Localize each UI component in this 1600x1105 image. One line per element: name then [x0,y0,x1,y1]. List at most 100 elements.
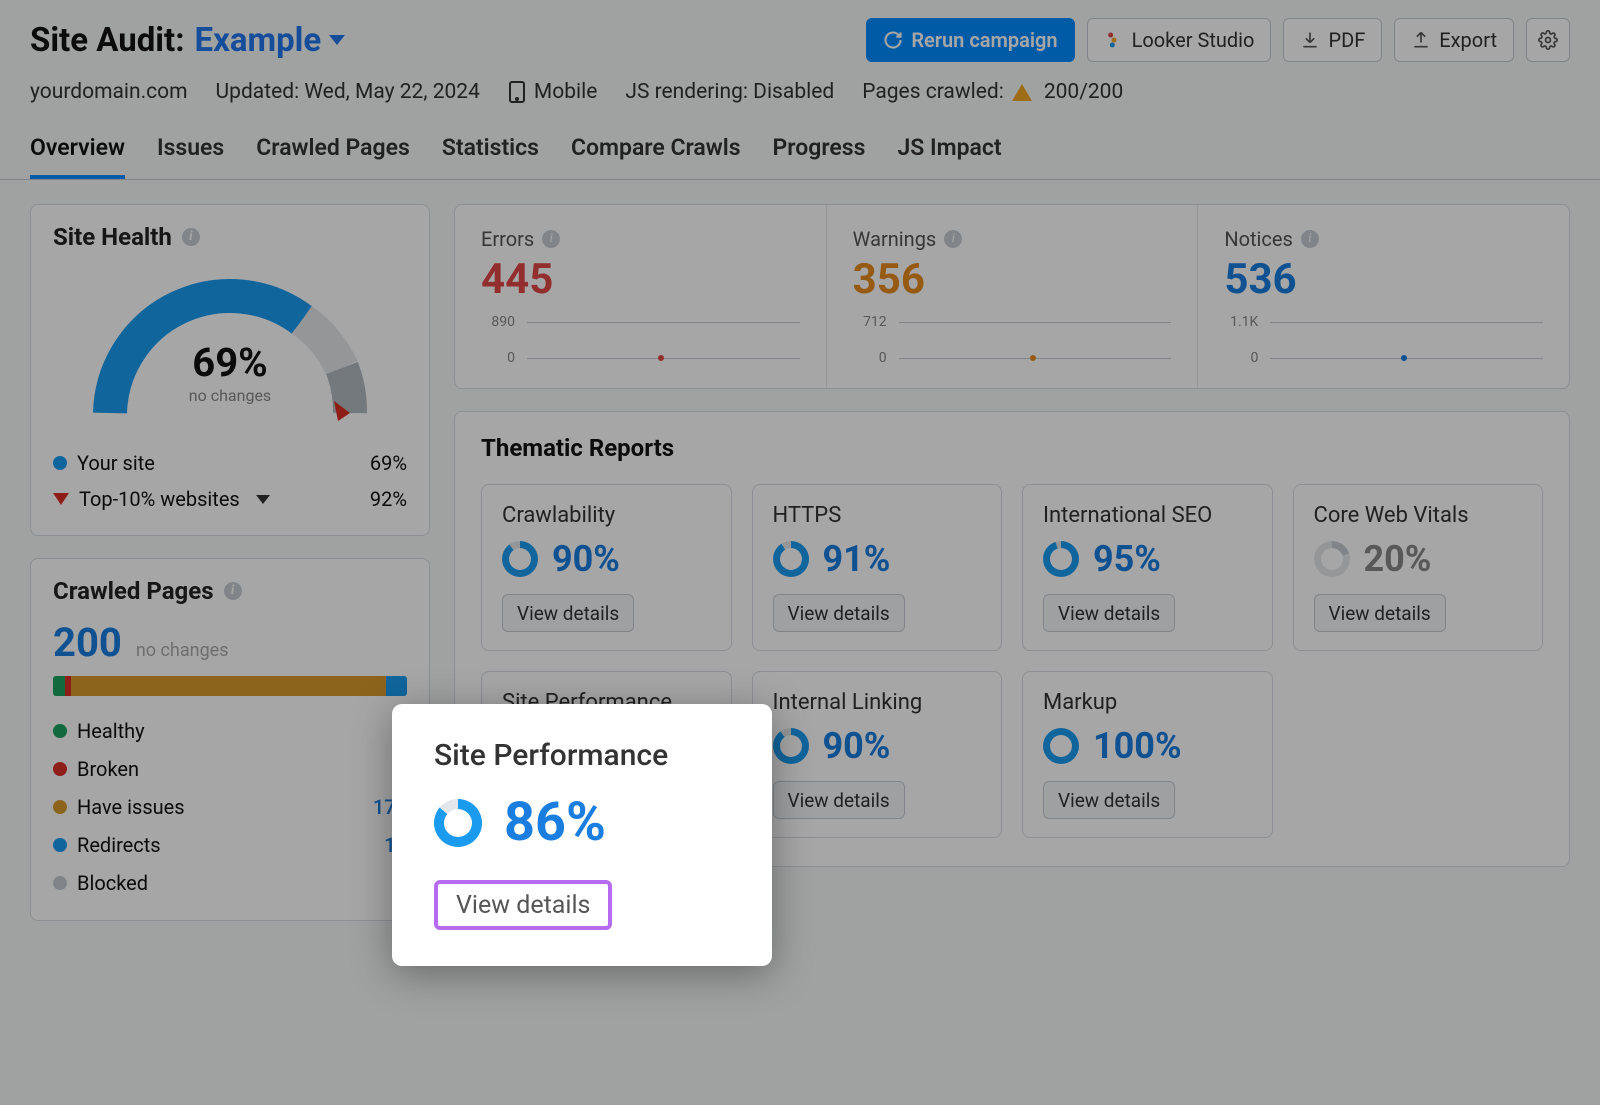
domain-text: yourdomain.com [30,80,188,104]
legend-your-site: Your site 69% [53,445,407,481]
info-icon[interactable]: i [224,582,242,600]
report-https: HTTPS 91% View details [752,484,1003,651]
tab-progress[interactable]: Progress [773,122,866,179]
top10-label: Top-10% websites [79,487,240,511]
report-pct: 100% [1093,725,1182,767]
chevron-down-icon [256,495,270,504]
report-internal-linking: Internal Linking 90% View details [752,671,1003,838]
stat-label: Notices i [1224,227,1543,251]
view-details-button[interactable]: View details [434,880,612,930]
crawled-pages-title: Crawled Pages i [53,577,407,605]
sparkline: 1.1K 0 [1224,314,1543,366]
device-text: Mobile [534,80,597,104]
export-button[interactable]: Export [1394,18,1514,62]
report-pct: 90% [823,725,891,767]
crawled-row-label: Broken [77,757,139,781]
dot-icon [53,838,67,852]
view-details-button[interactable]: View details [773,594,905,632]
tab-statistics[interactable]: Statistics [442,122,539,179]
view-details-button[interactable]: View details [502,594,634,632]
looker-button[interactable]: Looker Studio [1087,18,1272,62]
triangle-down-icon [53,493,69,505]
stackbar-seg [386,676,407,696]
legend-top10[interactable]: Top-10% websites 92% [53,481,407,517]
crawled-stackbar [53,676,407,696]
site-performance-popup: Site Performance 86% View details [392,704,772,966]
stackbar-seg [71,676,386,696]
export-label: Export [1439,28,1497,52]
chevron-down-icon [329,35,345,45]
settings-button[interactable] [1526,18,1570,62]
stackbar-seg [53,676,65,696]
tab-crawled-pages[interactable]: Crawled Pages [256,122,410,179]
mobile-icon [508,80,526,104]
sidebar: Site Health i 69% no changes You [30,204,430,921]
tab-overview[interactable]: Overview [30,122,125,179]
stat-warnings[interactable]: Warnings i 356 712 0 [827,205,1199,388]
view-details-button[interactable]: View details [773,781,905,819]
stat-row: Errors i 445 890 0 Warnings i 356 712 0 … [454,204,1570,389]
stat-errors[interactable]: Errors i 445 890 0 [455,205,827,388]
report-pct: 90% [552,538,620,580]
report-value-row: 91% [773,538,982,580]
top10-val: 92% [370,487,407,511]
report-pct: 20% [1364,538,1432,580]
report-title: Internal Linking [773,690,982,715]
crawled-row-blocked[interactable]: Blocked0 [53,864,407,902]
pages-label: Pages crawled: [862,80,1004,104]
pdf-button[interactable]: PDF [1283,18,1382,62]
dot-icon [53,800,67,814]
pages-value: 200/200 [1044,80,1123,104]
view-details-button[interactable]: View details [1043,781,1175,819]
crawled-title-text: Crawled Pages [53,577,214,605]
info-icon[interactable]: i [542,230,560,248]
tab-js-impact[interactable]: JS Impact [897,122,1001,179]
report-pct: 95% [1093,538,1161,580]
crawled-pages-card: Crawled Pages i 200 no changes Healthy7B… [30,558,430,921]
tab-compare-crawls[interactable]: Compare Crawls [571,122,741,179]
pdf-label: PDF [1328,28,1365,52]
dot-icon [53,762,67,776]
gear-icon [1538,30,1558,50]
donut-icon [773,728,809,764]
crawled-row-broken[interactable]: Broken3 [53,750,407,788]
tabs: Overview Issues Crawled Pages Statistics Com… [0,122,1600,180]
report-value-row: 20% [1314,538,1523,580]
crawled-row-label: Blocked [77,871,148,895]
info-icon[interactable]: i [1301,230,1319,248]
donut-icon [1043,728,1079,764]
project-selector[interactable]: Example [195,21,346,60]
crawled-row-redirects[interactable]: Redirects12 [53,826,407,864]
view-details-button[interactable]: View details [1314,594,1446,632]
popup-pct: 86% [504,791,606,854]
report-core-web-vitals: Core Web Vitals 20% View details [1293,484,1544,651]
report-title: Markup [1043,690,1252,715]
info-icon[interactable]: i [182,228,200,246]
crawled-row-healthy[interactable]: Healthy7 [53,712,407,750]
dot-icon [53,456,67,470]
pages-crawled: Pages crawled: 200/200 [862,80,1123,104]
upload-icon [1411,30,1431,50]
donut-icon [434,799,482,847]
crawled-row-have-issues[interactable]: Have issues178 [53,788,407,826]
looker-icon [1104,30,1124,50]
report-value-row: 95% [1043,538,1252,580]
site-health-title-text: Site Health [53,223,172,251]
report-title: International SEO [1043,503,1252,528]
dot-icon [53,876,67,890]
info-icon[interactable]: i [944,230,962,248]
crawled-row-label: Healthy [77,719,145,743]
thematic-title: Thematic Reports [455,412,1569,466]
report-value-row: 90% [773,725,982,767]
stat-notices[interactable]: Notices i 536 1.1K 0 [1198,205,1569,388]
tab-issues[interactable]: Issues [157,122,224,179]
stat-val: 445 [481,255,800,304]
content: Site Health i 69% no changes You [0,180,1600,945]
rerun-button[interactable]: Rerun campaign [866,18,1074,62]
refresh-icon [883,30,903,50]
view-details-button[interactable]: View details [1043,594,1175,632]
donut-icon [502,541,538,577]
popup-btn-label: View details [456,891,590,920]
donut-icon [1314,541,1350,577]
report-crawlability: Crawlability 90% View details [481,484,732,651]
